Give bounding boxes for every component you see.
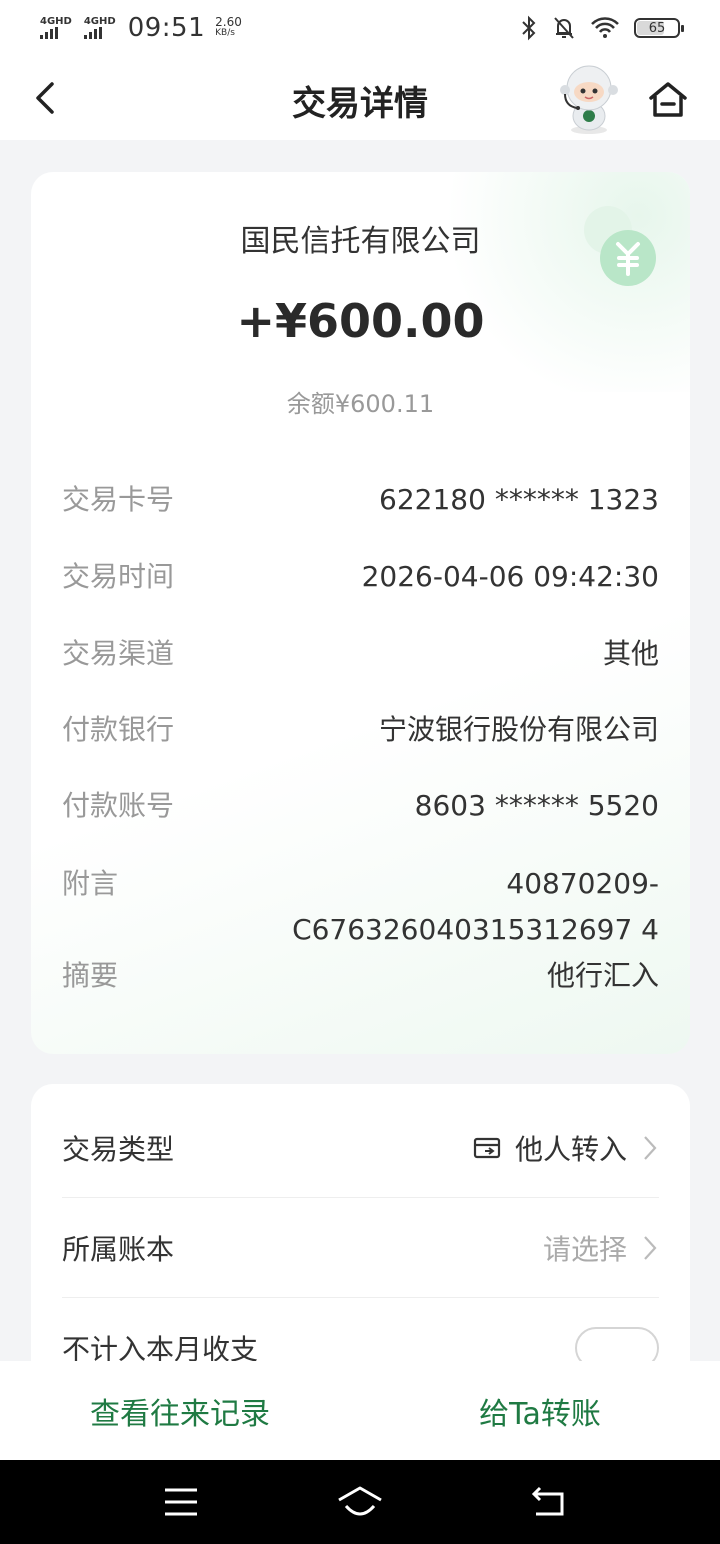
system-nav-bar [0,1460,720,1544]
detail-row-payer-account: 付款账号 8603 ****** 5520 [62,783,659,829]
status-bar: 4GHD 4GHD 09:51 2.60 KB/s 65 [0,0,720,56]
menu-icon[interactable] [162,1484,200,1520]
chevron-right-icon [644,1135,657,1160]
mute-bell-icon [554,17,574,39]
detail-value: 2026-04-06 09:42:30 [361,560,659,593]
detail-value: 40870209- C676326040315312697 4 [292,861,659,953]
detail-row-payer-bank: 付款银行 宁波银行股份有限公司 [62,707,659,753]
nav-bar: 交易详情 [0,56,720,140]
account-balance: 余额¥600.11 [286,390,435,418]
detail-row-time: 交易时间 2026-04-06 09:42:30 [62,554,659,600]
options-card: 交易类型 他人转入 所属账本 请选择 不计入本月收支 [31,1084,690,1384]
detail-row-summary: 摘要 他行汇入 [62,953,659,999]
account-book-label: 所属账本 [62,1232,175,1266]
detail-value: 宁波银行股份有限公司 [378,713,659,746]
remark-line-2: C676326040315312697 4 [292,913,659,946]
network-type-label: 4GHD [40,16,72,27]
detail-row-card-number: 交易卡号 622180 ****** 1323 [62,477,659,523]
battery-icon: 65 [634,18,684,38]
detail-label: 付款银行 [62,713,175,746]
detail-value: 622180 ****** 1323 [379,483,659,516]
transfer-category-icon [473,1137,501,1158]
view-history-button[interactable]: 查看往来记录 [0,1389,360,1433]
transfer-button[interactable]: 给Ta转账 [360,1389,720,1433]
transaction-card: 国民信托有限公司 +¥600.00 余额¥600.11 交易卡号 622180 … [31,172,690,1054]
detail-label: 附言 [62,867,119,900]
speed-value: 2.60 [215,15,242,29]
detail-value: 他行汇入 [546,959,659,992]
detail-label: 交易时间 [62,560,175,593]
bottom-action-bar: 查看往来记录 给Ta转账 [0,1361,720,1460]
detail-value: 8603 ****** 5520 [414,789,659,822]
detail-label: 付款账号 [62,789,175,822]
transaction-amount: +¥600.00 [236,294,485,348]
transaction-type-row[interactable]: 交易类型 他人转入 [62,1098,659,1198]
detail-label: 交易卡号 [62,483,175,516]
robot-assistant-icon[interactable] [556,64,622,136]
payee-name: 国民信托有限公司 [240,224,481,259]
detail-label: 摘要 [62,959,119,992]
detail-row-channel: 交易渠道 其他 [62,631,659,677]
signal-icon-1: 4GHD [40,17,72,39]
detail-value: 其他 [602,637,659,670]
network-type-label: 4GHD [83,16,116,27]
bluetooth-icon [522,15,536,41]
wifi-icon [591,17,619,38]
remark-line-1: 40870209- [506,867,659,900]
network-speed: 2.60 KB/s [215,15,242,39]
account-book-select[interactable]: 请选择 [543,1228,627,1268]
account-book-row[interactable]: 所属账本 请选择 [62,1198,659,1298]
transaction-type-value: 他人转入 [514,1132,627,1166]
detail-row-remark: 附言 40870209- C676326040315312697 4 [62,861,659,953]
battery-level: 65 [648,20,666,36]
signal-icon-2: 4GHD [83,16,116,39]
detail-label: 交易渠道 [62,637,175,670]
chevron-right-icon [644,1235,657,1260]
clock: 09:51 [127,13,206,43]
speed-unit: KB/s [215,28,235,38]
home-icon[interactable] [646,78,690,122]
home-nav-icon[interactable] [336,1484,384,1520]
transaction-type-label: 交易类型 [62,1132,175,1166]
back-nav-icon[interactable] [530,1484,568,1520]
